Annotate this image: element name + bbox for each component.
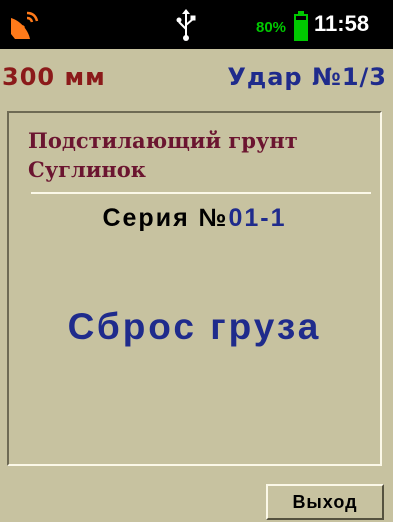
battery-percent: 80% — [256, 19, 287, 36]
battery-icon — [294, 11, 308, 41]
series-number: 01-1 — [228, 204, 287, 232]
soil-layer-title: Подстилающий грунт — [28, 128, 298, 153]
main-panel: Подстилающий грунт Суглинок Серия №01-1 … — [7, 111, 382, 466]
separator-line — [31, 192, 371, 194]
series-label: Серия №01-1 — [9, 203, 380, 233]
measurement-header: 300 мм Удар №1/3 — [0, 49, 393, 101]
bottom-bar: Выход — [0, 472, 393, 522]
status-message: Сброс груза — [67, 306, 322, 347]
impact-counter: Удар №1/3 — [227, 63, 387, 91]
exit-button[interactable]: Выход — [266, 484, 384, 520]
status-bar: 80% 11:58 — [0, 0, 393, 49]
soil-type: Суглинок — [28, 157, 146, 182]
device-screen: 80% 11:58 300 мм Удар №1/3 Подстилающий … — [0, 0, 393, 522]
clock: 11:58 — [314, 11, 370, 36]
usb-icon — [176, 9, 196, 41]
depth-label: 300 мм — [2, 63, 106, 91]
series-prefix: Серия № — [102, 204, 229, 232]
satellite-dish-icon — [11, 11, 39, 39]
